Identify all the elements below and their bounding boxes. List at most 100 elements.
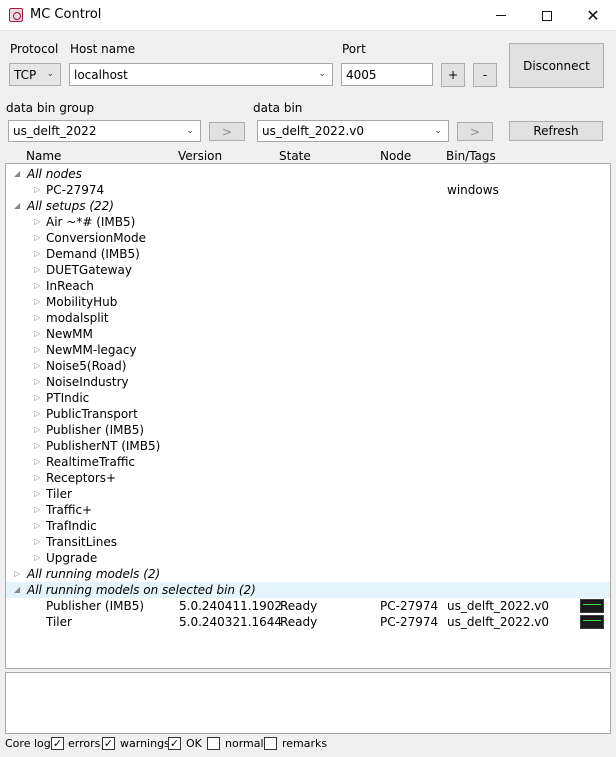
- setup-row[interactable]: ▷ NewMM: [6, 326, 610, 342]
- ok-checkbox[interactable]: ✓: [168, 737, 181, 750]
- setup-row[interactable]: ▷ modalsplit: [6, 310, 610, 326]
- log-output[interactable]: [5, 672, 611, 734]
- port-value: 4005: [346, 67, 377, 82]
- collapsed-icon[interactable]: ▷: [34, 390, 40, 406]
- collapsed-icon[interactable]: ▷: [34, 550, 40, 566]
- model-state: Ready: [280, 599, 318, 613]
- setup-row[interactable]: ▷ Upgrade: [6, 550, 610, 566]
- collapsed-icon[interactable]: ▷: [34, 310, 40, 326]
- chevron-down-icon: ⌄: [318, 69, 326, 79]
- title-bar[interactable]: MC Control ✕: [0, 0, 616, 31]
- model-bin: us_delft_2022.v0: [447, 599, 549, 613]
- host-select[interactable]: localhost ⌄: [69, 63, 333, 86]
- collapsed-icon[interactable]: ▷: [34, 502, 40, 518]
- setup-row[interactable]: ▷ PublisherNT (IMB5): [6, 438, 610, 454]
- data-bin-value: us_delft_2022.v0: [262, 124, 364, 138]
- column-header-version[interactable]: Version: [178, 149, 222, 163]
- setup-name: InReach: [46, 279, 94, 293]
- data-bin-group-go-button[interactable]: >: [209, 122, 245, 141]
- setup-name: RealtimeTraffic: [46, 455, 136, 469]
- tree-group-running-on-bin[interactable]: ◢ All running models on selected bin (2): [6, 582, 610, 598]
- protocol-select[interactable]: TCP ⌄: [9, 63, 61, 86]
- collapsed-icon[interactable]: ▷: [34, 326, 40, 342]
- setup-row[interactable]: ▷ Air ~*# (IMB5): [6, 214, 610, 230]
- setup-row[interactable]: ▷ Noise5(Road): [6, 358, 610, 374]
- data-bin-go-button[interactable]: >: [457, 122, 493, 141]
- data-bin-group-select[interactable]: us_delft_2022 ⌄: [8, 120, 201, 142]
- column-header-name[interactable]: Name: [26, 149, 61, 163]
- setup-row[interactable]: ▷ TrafIndic: [6, 518, 610, 534]
- setup-row[interactable]: ▷ ConversionMode: [6, 230, 610, 246]
- setup-row[interactable]: ▷ Receptors+: [6, 470, 610, 486]
- setup-row[interactable]: ▷ InReach: [6, 278, 610, 294]
- minimize-button[interactable]: [478, 0, 524, 31]
- collapsed-icon[interactable]: ▷: [34, 438, 40, 454]
- setup-row[interactable]: ▷ RealtimeTraffic: [6, 454, 610, 470]
- remarks-checkbox[interactable]: [264, 737, 277, 750]
- port-increment-button[interactable]: +: [441, 63, 465, 87]
- tree-group-all-setups[interactable]: ◢ All setups (22): [6, 198, 610, 214]
- expanded-icon[interactable]: ◢: [14, 166, 20, 182]
- model-version: 5.0.240411.1902: [179, 599, 283, 613]
- setup-row[interactable]: ▷ Tiler: [6, 486, 610, 502]
- setup-row[interactable]: ▷ DUETGateway: [6, 262, 610, 278]
- tree-group-all-running[interactable]: ▷ All running models (2): [6, 566, 610, 582]
- model-version: 5.0.240321.1644: [179, 615, 283, 629]
- collapsed-icon[interactable]: ▷: [34, 422, 40, 438]
- tree-group-all-nodes[interactable]: ◢ All nodes: [6, 166, 610, 182]
- core-log-label: Core log: [5, 737, 51, 750]
- normal-checkbox[interactable]: [207, 737, 220, 750]
- column-header-node[interactable]: Node: [380, 149, 411, 163]
- collapsed-icon[interactable]: ▷: [34, 230, 40, 246]
- collapsed-icon[interactable]: ▷: [14, 566, 20, 582]
- setup-row[interactable]: ▷ Demand (IMB5): [6, 246, 610, 262]
- collapsed-icon[interactable]: ▷: [34, 374, 40, 390]
- expanded-icon[interactable]: ◢: [14, 198, 20, 214]
- collapsed-icon[interactable]: ▷: [34, 294, 40, 310]
- running-model-row[interactable]: Publisher (IMB5) 5.0.240411.1902 Ready P…: [6, 598, 610, 614]
- disconnect-button[interactable]: Disconnect: [509, 43, 604, 88]
- setup-row[interactable]: ▷ MobilityHub: [6, 294, 610, 310]
- setup-row[interactable]: ▷ Publisher (IMB5): [6, 422, 610, 438]
- column-header-bin-tags[interactable]: Bin/Tags: [446, 149, 496, 163]
- setup-row[interactable]: ▷ TransitLines: [6, 534, 610, 550]
- setup-name: Upgrade: [46, 551, 98, 565]
- setup-row[interactable]: ▷ NoiseIndustry: [6, 374, 610, 390]
- setup-name: Publisher (IMB5): [46, 423, 145, 437]
- column-header-state[interactable]: State: [279, 149, 311, 163]
- collapsed-icon[interactable]: ▷: [34, 470, 40, 486]
- setup-row[interactable]: ▷ PTIndic: [6, 390, 610, 406]
- collapsed-icon[interactable]: ▷: [34, 406, 40, 422]
- maximize-button[interactable]: [524, 0, 570, 31]
- setup-name: Noise5(Road): [46, 359, 127, 373]
- errors-checkbox[interactable]: ✓: [51, 737, 64, 750]
- setup-name: PTIndic: [46, 391, 90, 405]
- warnings-checkbox[interactable]: ✓: [102, 737, 115, 750]
- collapsed-icon[interactable]: ▷: [34, 358, 40, 374]
- collapsed-icon[interactable]: ▷: [34, 534, 40, 550]
- tree-node-row[interactable]: ▷ PC-27974 windows: [6, 182, 610, 198]
- tree-group-label: All running models (2): [27, 567, 161, 581]
- close-button[interactable]: ✕: [570, 0, 616, 31]
- port-decrement-button[interactable]: -: [473, 63, 497, 87]
- collapsed-icon[interactable]: ▷: [34, 262, 40, 278]
- collapsed-icon[interactable]: ▷: [34, 342, 40, 358]
- setup-row[interactable]: ▷ NewMM-legacy: [6, 342, 610, 358]
- data-bin-select[interactable]: us_delft_2022.v0 ⌄: [257, 120, 449, 142]
- setup-row[interactable]: ▷ Traffic+: [6, 502, 610, 518]
- tree-group-label: All running models on selected bin (2): [27, 583, 256, 597]
- collapsed-icon[interactable]: ▷: [34, 278, 40, 294]
- setup-row[interactable]: ▷ PublicTransport: [6, 406, 610, 422]
- model-tree[interactable]: ◢ All nodes ▷ PC-27974 windows ◢ All set…: [5, 163, 611, 669]
- collapsed-icon[interactable]: ▷: [34, 518, 40, 534]
- running-model-row[interactable]: Tiler 5.0.240321.1644 Ready PC-27974 us_…: [6, 614, 610, 630]
- collapsed-icon[interactable]: ▷: [34, 214, 40, 230]
- setup-name: Tiler: [46, 487, 72, 501]
- collapsed-icon[interactable]: ▷: [34, 454, 40, 470]
- expanded-icon[interactable]: ◢: [14, 582, 20, 598]
- collapsed-icon[interactable]: ▷: [34, 182, 40, 198]
- collapsed-icon[interactable]: ▷: [34, 246, 40, 262]
- refresh-button[interactable]: Refresh: [509, 121, 603, 141]
- port-input[interactable]: 4005: [341, 63, 433, 86]
- collapsed-icon[interactable]: ▷: [34, 486, 40, 502]
